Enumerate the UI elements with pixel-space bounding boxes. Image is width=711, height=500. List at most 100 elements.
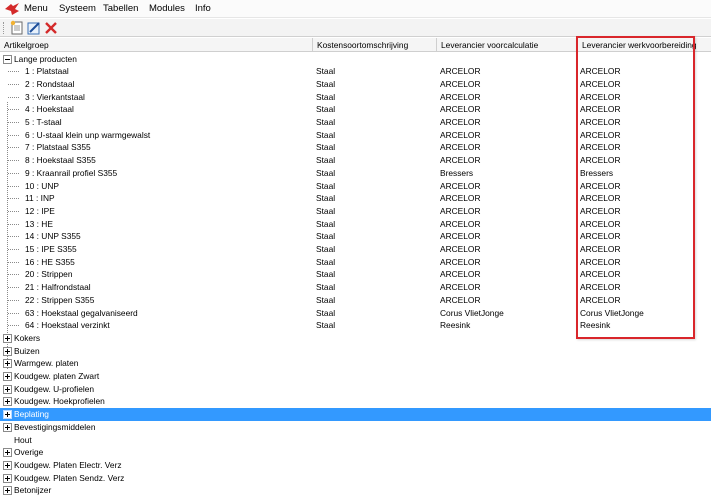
child-name: 1 : Platstaal	[25, 66, 69, 77]
column-header-leverancier-werkvoorbereiding[interactable]: Leverancier werkvoorbereiding	[578, 38, 711, 52]
tree-child-row[interactable]: 1 : Platstaal Staal ARCELOR ARCELOR	[0, 65, 711, 78]
tree-group-row[interactable]: Koudgew. Platen Sendz. Verz	[0, 472, 711, 485]
tree-child-row[interactable]: 15 : IPE S355 Staal ARCELOR ARCELOR	[0, 243, 711, 256]
leverancier-voorcalculatie-cell: ARCELOR	[440, 231, 481, 242]
grid-header: Artikelgroep Kostensoortomschrijving Lev…	[0, 38, 711, 52]
new-document-icon[interactable]	[9, 20, 25, 36]
leverancier-voorcalculatie-cell: ARCELOR	[440, 294, 481, 305]
tree-child-row[interactable]: 64 : Hoekstaal verzinkt Staal Reesink Reesi…	[0, 319, 711, 332]
expand-icon[interactable]	[3, 372, 12, 381]
tree-child-row[interactable]: 21 : Halfrondstaal Staal ARCELOR ARCELOR	[0, 281, 711, 294]
leverancier-werkvoorbereiding-cell: ARCELOR	[580, 155, 621, 166]
tree-child-row[interactable]: 11 : INP Staal ARCELOR ARCELOR	[0, 192, 711, 205]
leverancier-voorcalculatie-cell: ARCELOR	[440, 282, 481, 293]
tree-child-row[interactable]: 3 : Vierkantstaal Staal ARCELOR ARCELOR	[0, 91, 711, 104]
tree-group-row[interactable]: Koudgew. Hoekprofielen	[0, 395, 711, 408]
leverancier-werkvoorbereiding-cell: ARCELOR	[580, 282, 621, 293]
tree-child-row[interactable]: 14 : UNP S355 Staal ARCELOR ARCELOR	[0, 230, 711, 243]
tree-child-row[interactable]: 63 : Hoekstaal gegalvaniseerd Staal Corus …	[0, 307, 711, 320]
kostensoort-cell: Staal	[316, 91, 336, 102]
tree-child-row[interactable]: 10 : UNP Staal ARCELOR ARCELOR	[0, 180, 711, 193]
tree-group-row[interactable]: Hout	[0, 434, 711, 447]
tree-child-row[interactable]: 16 : HE S355 Staal ARCELOR ARCELOR	[0, 256, 711, 269]
leverancier-werkvoorbereiding-cell: Bressers	[580, 167, 614, 178]
tree-child-row[interactable]: 22 : Strippen S355 Staal ARCELOR ARCELOR	[0, 294, 711, 307]
column-header-kostensoort[interactable]: Kostensoortomschrijving	[313, 38, 437, 52]
child-name: 63 : Hoekstaal gegalvaniseerd	[25, 307, 138, 318]
kostensoort-cell: Staal	[316, 180, 336, 191]
leverancier-werkvoorbereiding-cell: ARCELOR	[580, 117, 621, 127]
expand-icon[interactable]	[3, 460, 12, 470]
menu-item-menu[interactable]: Menu	[24, 3, 48, 15]
group-label: Lange producten	[14, 53, 77, 64]
toolbar-grip[interactable]	[3, 22, 5, 34]
article-group-grid: Artikelgroep Kostensoortomschrijving Lev…	[0, 38, 711, 500]
expand-icon[interactable]	[3, 333, 12, 343]
kostensoort-cell: Staal	[316, 282, 336, 293]
tree-child-row[interactable]: 2 : Rondstaal Staal ARCELOR ARCELOR	[0, 78, 711, 91]
tree-child-row[interactable]: 7 : Platstaal S355 Staal ARCELOR ARCELOR	[0, 141, 711, 154]
leverancier-werkvoorbereiding-cell: ARCELOR	[580, 180, 621, 191]
child-name: 3 : Vierkantstaal	[25, 91, 85, 102]
expand-icon[interactable]	[3, 397, 12, 407]
tree-child-row[interactable]: 13 : HE Staal ARCELOR ARCELOR	[0, 218, 711, 231]
tree-group-row[interactable]: Lange producten	[0, 53, 711, 66]
leverancier-voorcalculatie-cell: ARCELOR	[440, 142, 481, 153]
tree-child-row[interactable]: 4 : Hoekstaal Staal ARCELOR ARCELOR	[0, 103, 711, 116]
tree-connector-branch	[8, 287, 19, 289]
tree-group-row[interactable]: Overige	[0, 446, 711, 459]
child-name: 21 : Halfrondstaal	[25, 282, 91, 293]
leverancier-voorcalculatie-cell: ARCELOR	[440, 117, 481, 127]
expand-icon[interactable]	[3, 346, 12, 356]
tree-group-row[interactable]: Betonijzer	[0, 484, 711, 497]
tree-connector-branch	[8, 134, 19, 136]
tree-connector-branch	[8, 236, 19, 238]
edit-icon[interactable]	[26, 20, 42, 36]
tree-group-row[interactable]: Koudgew. platen Zwart	[0, 370, 711, 383]
expand-icon[interactable]	[3, 422, 12, 432]
menu-item-tabellen[interactable]: Tabellen	[103, 3, 138, 15]
leverancier-voorcalculatie-cell: Bressers	[440, 167, 474, 178]
delete-icon[interactable]	[43, 20, 59, 36]
tree-child-row[interactable]: 12 : IPE Staal ARCELOR ARCELOR	[0, 205, 711, 218]
group-label: Hout	[14, 434, 32, 445]
group-label: Beplating	[14, 409, 49, 420]
tree-child-row[interactable]: 9 : Kraanrail profiel S355 Staal Bressers B…	[0, 167, 711, 180]
expand-icon[interactable]	[3, 448, 12, 458]
expand-icon[interactable]	[3, 473, 12, 483]
tree-child-row[interactable]: 20 : Strippen Staal ARCELOR ARCELOR	[0, 268, 711, 281]
tree-connector-branch	[8, 109, 19, 111]
tree-group-row[interactable]: Kokers	[0, 332, 711, 345]
leverancier-werkvoorbereiding-cell: ARCELOR	[580, 193, 621, 204]
leverancier-werkvoorbereiding-cell: ARCELOR	[580, 78, 621, 89]
tree-group-row[interactable]: Koudgew. U-profielen	[0, 383, 711, 396]
leverancier-voorcalculatie-cell: ARCELOR	[440, 66, 481, 77]
menu-item-systeem[interactable]: Systeem	[59, 3, 96, 15]
tree-group-row[interactable]: Beplating	[0, 408, 711, 421]
tree-group-row[interactable]: Koudgew. Platen Electr. Verz	[0, 459, 711, 472]
tree-group-row[interactable]: Warmgew. platen	[0, 357, 711, 370]
tree-child-row[interactable]: 5 : T-staal Staal ARCELOR ARCELOR	[0, 116, 711, 129]
tree-connector-branch	[8, 198, 19, 200]
leverancier-werkvoorbereiding-cell: ARCELOR	[580, 142, 621, 153]
child-name: 5 : T-staal	[25, 117, 62, 127]
kostensoort-cell: Staal	[316, 307, 336, 318]
column-header-leverancier-voorcalculatie[interactable]: Leverancier voorcalculatie	[437, 38, 578, 52]
tree-child-row[interactable]: 6 : U-staal klein unp warmgewalst Staal AR…	[0, 129, 711, 142]
child-name: 4 : Hoekstaal	[25, 104, 74, 115]
tree-child-row[interactable]: 8 : Hoekstaal S355 Staal ARCELOR ARCELOR	[0, 154, 711, 167]
leverancier-werkvoorbereiding-cell: ARCELOR	[580, 256, 621, 267]
collapse-icon[interactable]	[3, 54, 12, 64]
expand-icon[interactable]	[3, 410, 12, 420]
tree-group-row[interactable]: Bevestigingsmiddelen	[0, 421, 711, 434]
expand-icon[interactable]	[3, 384, 12, 394]
leverancier-werkvoorbereiding-cell: ARCELOR	[580, 104, 621, 115]
expand-icon[interactable]	[3, 486, 12, 496]
group-label: Buizen	[14, 345, 40, 356]
menu-item-modules[interactable]: Modules	[149, 3, 185, 15]
child-name: 13 : HE	[25, 218, 53, 229]
tree-group-row[interactable]: Buizen	[0, 345, 711, 358]
column-header-artikelgroep[interactable]: Artikelgroep	[0, 38, 313, 52]
menu-item-info[interactable]: Info	[195, 3, 211, 15]
expand-icon[interactable]	[3, 359, 12, 369]
